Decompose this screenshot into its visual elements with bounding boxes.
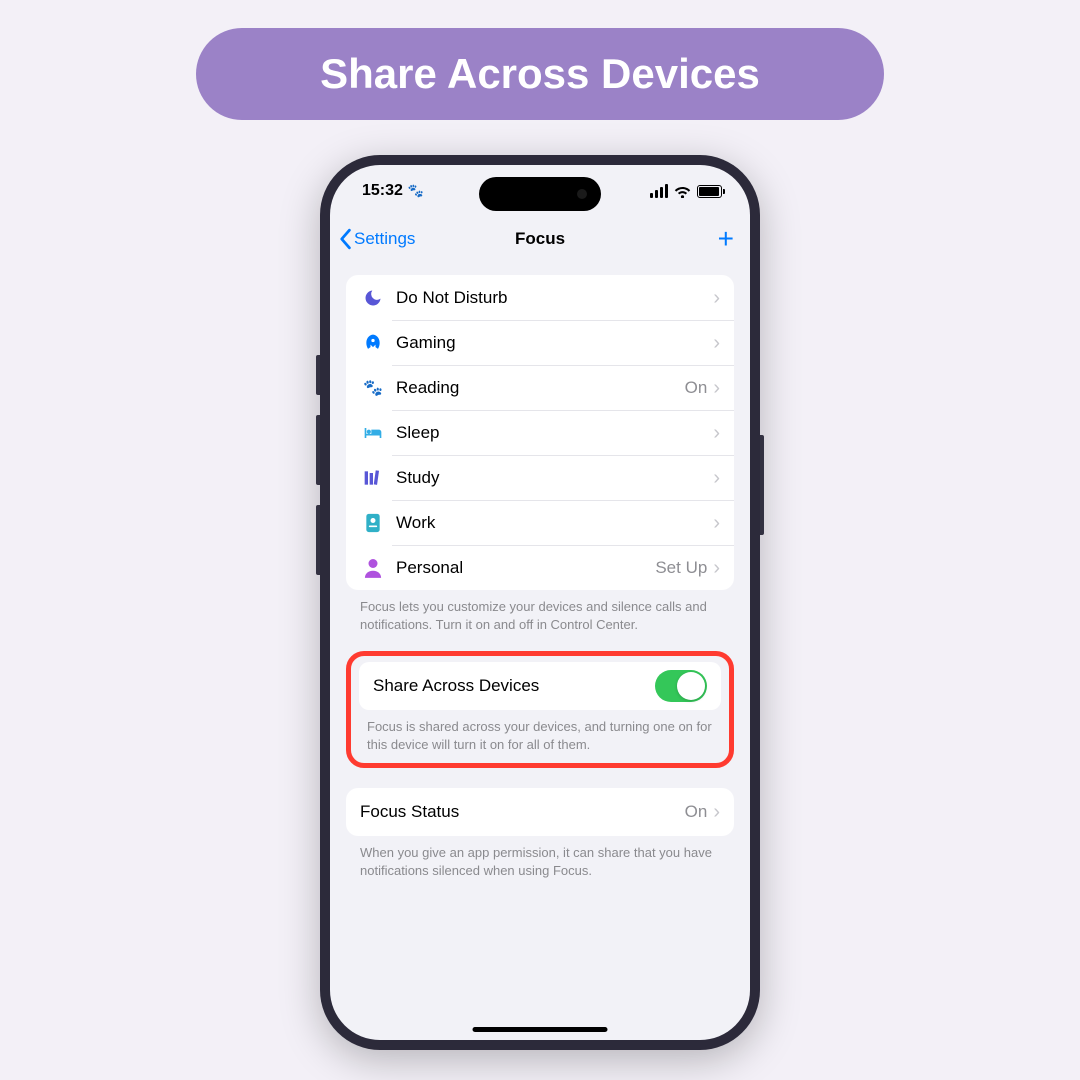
focus-row-gaming[interactable]: Gaming ›	[346, 320, 734, 365]
focus-row-label: Sleep	[396, 423, 707, 443]
navigation-header: Settings Focus +	[330, 217, 750, 261]
chevron-right-icon: ›	[713, 802, 720, 822]
person-icon	[360, 558, 386, 578]
status-time: 15:32	[362, 182, 403, 200]
share-footer: Focus is shared across your devices, and…	[359, 710, 721, 755]
focus-row-label: Study	[396, 468, 707, 488]
battery-icon	[697, 185, 722, 198]
phone-mockup: 15:32 🐾 Settings Fo	[320, 155, 760, 1050]
focus-row-label: Reading	[396, 378, 685, 398]
focus-row-label: Personal	[396, 558, 655, 578]
focus-row-personal[interactable]: Personal Set Up ›	[346, 545, 734, 590]
back-button[interactable]: Settings	[338, 228, 415, 250]
focus-list-footer: Focus lets you customize your devices an…	[346, 590, 734, 633]
focus-status-row[interactable]: Focus Status On ›	[346, 788, 734, 836]
chevron-right-icon: ›	[713, 288, 720, 308]
chevron-right-icon: ›	[713, 558, 720, 578]
rocket-icon	[360, 333, 386, 353]
chevron-right-icon: ›	[713, 468, 720, 488]
home-indicator[interactable]	[473, 1027, 608, 1032]
focus-row-label: Work	[396, 513, 707, 533]
focus-row-value: On	[685, 378, 708, 398]
focus-row-study[interactable]: Study ›	[346, 455, 734, 500]
chevron-right-icon: ›	[713, 333, 720, 353]
focus-row-value: Set Up	[655, 558, 707, 578]
chevron-right-icon: ›	[713, 378, 720, 398]
banner-title: Share Across Devices	[320, 50, 760, 98]
dynamic-island	[479, 177, 601, 211]
highlight-annotation: Share Across Devices Focus is shared acr…	[346, 651, 734, 768]
paw-icon: 🐾	[408, 183, 424, 199]
bed-icon	[360, 426, 386, 440]
page-banner: Share Across Devices	[196, 28, 884, 120]
nav-title: Focus	[515, 229, 565, 249]
focus-row-work[interactable]: Work ›	[346, 500, 734, 545]
focus-row-label: Do Not Disturb	[396, 288, 707, 308]
focus-row-reading[interactable]: 🐾 Reading On ›	[346, 365, 734, 410]
books-icon	[360, 469, 386, 487]
focus-list-group: Do Not Disturb › Gaming › 🐾	[346, 275, 734, 590]
chevron-right-icon: ›	[713, 423, 720, 443]
focus-status-footer: When you give an app permission, it can …	[346, 836, 734, 879]
focus-status-label: Focus Status	[360, 802, 685, 822]
focus-row-do-not-disturb[interactable]: Do Not Disturb ›	[346, 275, 734, 320]
chevron-left-icon	[338, 228, 352, 250]
share-across-devices-row[interactable]: Share Across Devices	[359, 662, 721, 710]
moon-icon	[360, 288, 386, 308]
wifi-icon	[674, 185, 691, 198]
focus-row-label: Gaming	[396, 333, 707, 353]
focus-status-value: On	[685, 802, 708, 822]
share-label: Share Across Devices	[373, 676, 655, 696]
cellular-signal-icon	[650, 184, 668, 198]
paw-icon: 🐾	[360, 378, 386, 398]
chevron-right-icon: ›	[713, 513, 720, 533]
focus-row-sleep[interactable]: Sleep ›	[346, 410, 734, 455]
badge-icon	[360, 513, 386, 533]
back-label: Settings	[354, 229, 415, 249]
share-toggle[interactable]	[655, 670, 707, 702]
add-button[interactable]: +	[718, 225, 734, 253]
